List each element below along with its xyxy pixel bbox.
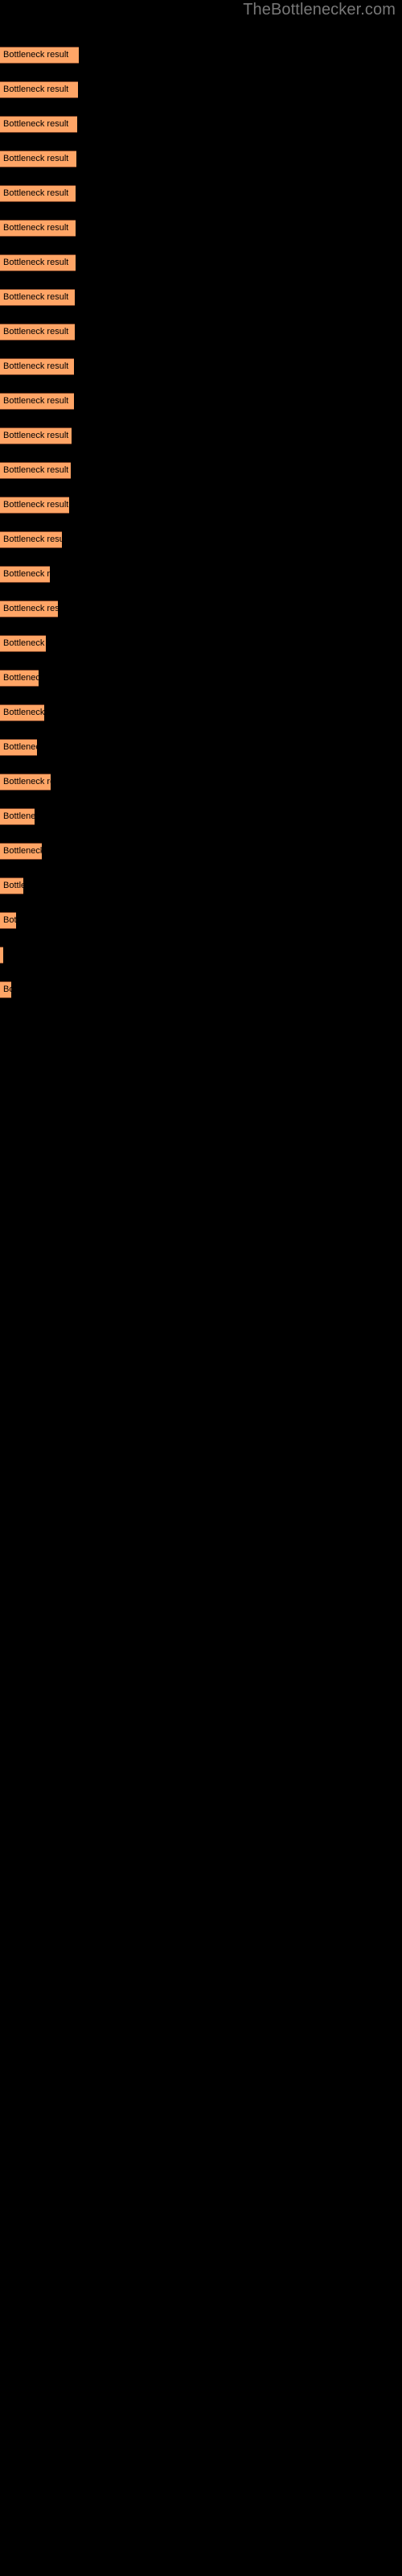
bar-label: Bottleneck result [3, 638, 46, 648]
bar-label: Bottleneck result [3, 846, 42, 856]
bar-label: Bottleneck result [3, 361, 69, 371]
bar-label: Bottleneck result [3, 119, 69, 129]
bar-series: Bottleneck result Bottleneck result Bottle… [0, 0, 402, 2576]
bar: Bottleneck result [0, 185, 76, 202]
bar: Bottleneck result [0, 220, 76, 237]
bar: Bottleneck result [0, 601, 58, 617]
bar-label: Bottleneck result [3, 708, 44, 717]
bar: Bottleneck result [0, 912, 16, 929]
bar-label: Bottleneck result [3, 50, 69, 60]
bar: Bottleneck result [0, 254, 76, 271]
bar: Bottleneck result [0, 47, 79, 64]
bar-label: Bottleneck result [3, 881, 23, 890]
bar-label: Bottleneck result [3, 258, 69, 267]
bar-label: Bottleneck result [3, 85, 69, 94]
bar-label: Bottleneck result [3, 673, 39, 683]
bar-label: Bottleneck result [3, 742, 37, 752]
bar: Bottleneck result [0, 358, 74, 375]
bar-label: Bottleneck result [3, 535, 62, 544]
bar: Bottleneck result [0, 151, 76, 167]
bar: Bottleneck result [0, 324, 75, 341]
bar: Bottleneck result [0, 981, 11, 998]
bar-label: Bottleneck result [3, 811, 35, 821]
bar-label: Bottleneck result [3, 431, 69, 440]
bar: Bottleneck result [0, 116, 77, 133]
bottleneck-chart: TheBottlenecker.com Bottleneck result Bot… [0, 0, 402, 2576]
bar-label: Bottleneck result [3, 777, 51, 786]
bar: Bottleneck result [0, 947, 3, 964]
bar: Bottleneck result [0, 497, 69, 514]
bar: Bottleneck result [0, 462, 71, 479]
bar: Bottleneck result [0, 670, 39, 687]
bar-label: Bottleneck result [3, 569, 50, 579]
bar-label: Bottleneck result [3, 292, 69, 302]
bar: Bottleneck result [0, 289, 75, 306]
bar: Bottleneck result [0, 531, 62, 548]
bar: Bottleneck result [0, 393, 74, 410]
bar: Bottleneck result [0, 635, 46, 652]
bar: Bottleneck result [0, 566, 50, 583]
bar: Bottleneck result [0, 704, 44, 721]
bar-label: Bottleneck result [3, 465, 69, 475]
bar-label: Bottleneck result [3, 500, 69, 510]
bar: Bottleneck result [0, 739, 37, 756]
bar-label: Bottleneck result [3, 223, 69, 233]
bar-label: Bottleneck result [3, 154, 69, 163]
bar: Bottleneck result [0, 877, 23, 894]
bar-label: Bottleneck result [3, 915, 16, 925]
bar-label: Bottleneck result [3, 327, 69, 336]
bar: Bottleneck result [0, 774, 51, 791]
bar-label: Bottleneck result [3, 188, 69, 198]
bar: Bottleneck result [0, 427, 72, 444]
bar: Bottleneck result [0, 81, 78, 98]
bar-label: Bottleneck result [3, 985, 11, 994]
bar-label: Bottleneck result [3, 604, 58, 613]
bar: Bottleneck result [0, 808, 35, 825]
bar-label: Bottleneck result [0, 950, 3, 960]
bar-label: Bottleneck result [3, 396, 69, 406]
bar: Bottleneck result [0, 843, 42, 860]
